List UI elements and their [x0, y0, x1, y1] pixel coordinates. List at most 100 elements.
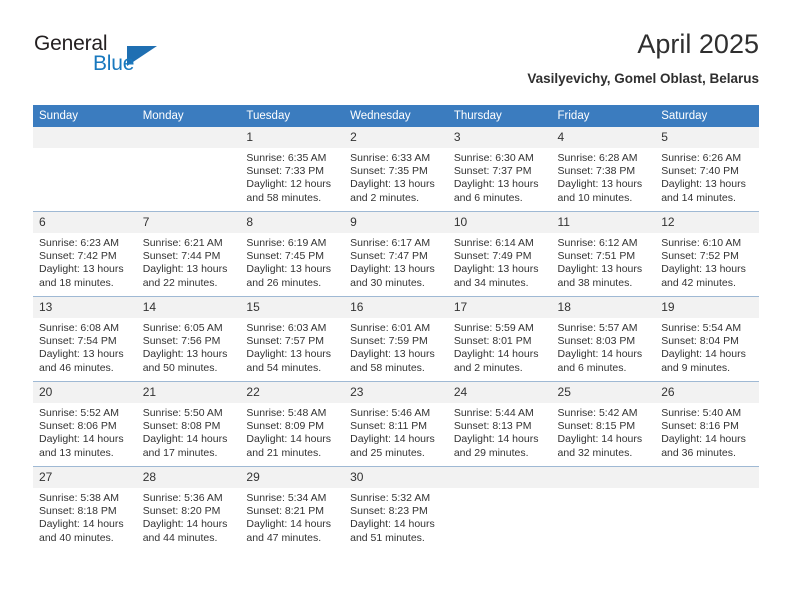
calendar-day-cell[interactable]: 16 Sunrise: 6:01 AM Sunset: 7:59 PM Dayligh… [344, 296, 448, 382]
weekday-header-sunday: Sunday [33, 105, 137, 127]
calendar-day-cell[interactable]: 21 Sunrise: 5:50 AM Sunset: 8:08 PM Dayligh… [136, 381, 241, 467]
sunset-time: Sunset: 7:33 PM [246, 165, 325, 178]
day-cell-inner: 29 Sunrise: 5:34 AM Sunset: 8:21 PM Dayligh… [240, 467, 345, 551]
day-number: 5 [655, 127, 759, 148]
calendar-day-cell[interactable]: 22 Sunrise: 5:48 AM Sunset: 8:09 PM Dayligh… [240, 381, 345, 467]
calendar-day-cell[interactable]: 27 Sunrise: 5:38 AM Sunset: 8:18 PM Dayligh… [33, 466, 137, 551]
daylight-duration-line2: and 6 minutes. [453, 191, 523, 204]
sunrise-time: Sunrise: 6:17 AM [350, 237, 431, 249]
sunset-time: Sunset: 7:57 PM [246, 335, 325, 348]
sunset-time: Sunset: 7:59 PM [350, 335, 428, 348]
daylight-duration-line1: Daylight: 14 hours [661, 433, 746, 446]
sunrise-time: Sunrise: 6:08 AM [39, 322, 119, 334]
day-details: Sunrise: 6:30 AM Sunset: 7:37 PM Daylight:… [448, 148, 552, 205]
daylight-duration-line1: Daylight: 13 hours [39, 348, 124, 361]
logo-text-blue: Blue [93, 52, 135, 75]
calendar-day-cell[interactable]: 4 Sunrise: 6:28 AM Sunset: 7:38 PM Daylight… [551, 127, 656, 212]
calendar-day-cell[interactable]: 14 Sunrise: 6:05 AM Sunset: 7:56 PM Dayligh… [136, 296, 241, 382]
calendar-day-cell[interactable]: 12 Sunrise: 6:10 AM Sunset: 7:52 PM Dayligh… [655, 211, 759, 297]
day-number: 25 [551, 382, 656, 403]
day-details: Sunrise: 6:05 AM Sunset: 7:56 PM Daylight:… [137, 318, 241, 375]
calendar-day-cell[interactable]: 18 Sunrise: 5:57 AM Sunset: 8:03 PM Dayligh… [551, 296, 656, 382]
calendar-day-cell[interactable]: 25 Sunrise: 5:42 AM Sunset: 8:15 PM Dayligh… [551, 381, 656, 467]
day-number: 26 [655, 382, 759, 403]
daylight-duration-line1: Daylight: 13 hours [453, 263, 539, 276]
day-cell-inner: 10 Sunrise: 6:14 AM Sunset: 7:49 PM Dayligh… [447, 212, 552, 296]
calendar-day-cell[interactable]: 20 Sunrise: 5:52 AM Sunset: 8:06 PM Dayligh… [33, 381, 137, 467]
sunset-time: Sunset: 7:47 PM [350, 250, 428, 263]
calendar-day-cell[interactable]: 28 Sunrise: 5:36 AM Sunset: 8:20 PM Dayligh… [136, 466, 241, 551]
daylight-duration-line1: Daylight: 13 hours [142, 263, 228, 276]
day-details: Sunrise: 5:59 AM Sunset: 8:01 PM Daylight:… [448, 318, 552, 375]
daylight-duration-line2: and 9 minutes. [661, 361, 731, 374]
sunrise-time: Sunrise: 6:33 AM [350, 152, 431, 164]
day-details: Sunrise: 5:36 AM Sunset: 8:20 PM Daylight:… [137, 488, 241, 545]
calendar-day-cell[interactable]: 30 Sunrise: 5:32 AM Sunset: 8:23 PM Dayligh… [344, 466, 448, 551]
calendar-day-cell[interactable]: 13 Sunrise: 6:08 AM Sunset: 7:54 PM Dayligh… [33, 296, 137, 382]
calendar-week-row: 6 Sunrise: 6:23 AM Sunset: 7:42 PM Daylight… [33, 211, 759, 297]
calendar-day-cell[interactable]: 3 Sunrise: 6:30 AM Sunset: 7:37 PM Daylight… [447, 127, 552, 212]
calendar-day-cell[interactable]: 23 Sunrise: 5:46 AM Sunset: 8:11 PM Dayligh… [344, 381, 448, 467]
calendar-day-cell[interactable]: 19 Sunrise: 5:54 AM Sunset: 8:04 PM Dayligh… [655, 296, 759, 382]
day-number: 16 [344, 297, 448, 318]
daylight-duration-line1: Daylight: 14 hours [39, 518, 124, 531]
calendar-day-cell[interactable]: 10 Sunrise: 6:14 AM Sunset: 7:49 PM Dayligh… [447, 211, 552, 297]
daylight-duration-line1: Daylight: 14 hours [661, 348, 746, 361]
day-number: 6 [33, 212, 137, 233]
day-details: Sunrise: 6:10 AM Sunset: 7:52 PM Daylight:… [655, 233, 759, 290]
weekday-header-monday: Monday [136, 105, 241, 127]
day-number [33, 127, 137, 148]
calendar-day-cell[interactable]: 15 Sunrise: 6:03 AM Sunset: 7:57 PM Dayligh… [240, 296, 345, 382]
calendar-day-cell[interactable]: 6 Sunrise: 6:23 AM Sunset: 7:42 PM Daylight… [33, 211, 137, 297]
day-cell-inner [551, 467, 656, 551]
weekday-header-tuesday: Tuesday [240, 105, 345, 127]
weekday-headers: Sunday Monday Tuesday Wednesday Thursday Frid… [33, 105, 759, 127]
daylight-duration-line1: Daylight: 14 hours [39, 433, 124, 446]
day-number: 9 [344, 212, 448, 233]
sunrise-time: Sunrise: 6:30 AM [453, 152, 534, 164]
day-number: 14 [136, 297, 241, 318]
calendar-day-cell[interactable]: 24 Sunrise: 5:44 AM Sunset: 8:13 PM Dayligh… [447, 381, 552, 467]
calendar-day-cell[interactable]: 26 Sunrise: 5:40 AM Sunset: 8:16 PM Dayligh… [655, 381, 759, 467]
day-cell-inner: 22 Sunrise: 5:48 AM Sunset: 8:09 PM Dayligh… [240, 382, 345, 466]
day-cell-inner: 14 Sunrise: 6:05 AM Sunset: 7:56 PM Dayligh… [136, 297, 241, 381]
daylight-duration-line2: and 10 minutes. [557, 191, 633, 204]
day-number [655, 467, 759, 488]
calendar-header-row: Sunday Monday Tuesday Wednesday Thursday Frid… [33, 105, 759, 127]
calendar-day-cell[interactable]: 8 Sunrise: 6:19 AM Sunset: 7:45 PM Daylight… [240, 211, 345, 297]
page-header: General Blue April 2025 Vasilyevichy, Go… [33, 28, 759, 90]
sunrise-time: Sunrise: 5:50 AM [142, 407, 223, 419]
calendar-day-cell[interactable]: 1 Sunrise: 6:35 AM Sunset: 7:33 PM Daylight… [240, 127, 345, 212]
day-cell-inner [447, 467, 552, 551]
day-number [136, 127, 241, 148]
daylight-duration-line2: and 17 minutes. [142, 446, 218, 459]
daylight-duration-line2: and 44 minutes. [142, 531, 218, 544]
day-details: Sunrise: 6:01 AM Sunset: 7:59 PM Daylight:… [344, 318, 448, 375]
calendar-day-cell[interactable]: 9 Sunrise: 6:17 AM Sunset: 7:47 PM Daylight… [344, 211, 448, 297]
sunset-time: Sunset: 8:18 PM [39, 505, 117, 518]
day-details: Sunrise: 6:14 AM Sunset: 7:49 PM Daylight:… [448, 233, 552, 290]
calendar-day-cell[interactable]: 11 Sunrise: 6:12 AM Sunset: 7:51 PM Dayligh… [551, 211, 656, 297]
calendar-day-cell[interactable]: 29 Sunrise: 5:34 AM Sunset: 8:21 PM Dayligh… [240, 466, 345, 551]
sunset-time: Sunset: 8:09 PM [246, 420, 325, 433]
day-cell-inner [655, 467, 759, 551]
calendar-day-cell[interactable]: 5 Sunrise: 6:26 AM Sunset: 7:40 PM Daylight… [655, 127, 759, 212]
day-cell-inner: 18 Sunrise: 5:57 AM Sunset: 8:03 PM Dayligh… [551, 297, 656, 381]
general-blue-logo[interactable]: General Blue [33, 32, 213, 88]
day-details: Sunrise: 6:33 AM Sunset: 7:35 PM Daylight:… [344, 148, 448, 205]
sunrise-time: Sunrise: 6:23 AM [39, 237, 119, 249]
daylight-duration-line2: and 13 minutes. [39, 446, 114, 459]
page-subtitle: Vasilyevichy, Gomel Oblast, Belarus [527, 71, 759, 86]
day-details: Sunrise: 5:38 AM Sunset: 8:18 PM Daylight:… [33, 488, 137, 545]
day-cell-inner: 19 Sunrise: 5:54 AM Sunset: 8:04 PM Dayligh… [655, 297, 759, 381]
daylight-duration-line1: Daylight: 13 hours [142, 348, 228, 361]
calendar-day-cell[interactable]: 7 Sunrise: 6:21 AM Sunset: 7:44 PM Daylight… [136, 211, 241, 297]
sunset-time: Sunset: 7:37 PM [453, 165, 532, 178]
sunrise-time: Sunrise: 5:57 AM [557, 322, 638, 334]
daylight-duration-line1: Daylight: 13 hours [557, 263, 643, 276]
day-cell-inner: 27 Sunrise: 5:38 AM Sunset: 8:18 PM Dayligh… [33, 467, 137, 551]
calendar-day-cell[interactable]: 2 Sunrise: 6:33 AM Sunset: 7:35 PM Daylight… [344, 127, 448, 212]
calendar-day-cell[interactable]: 17 Sunrise: 5:59 AM Sunset: 8:01 PM Dayligh… [447, 296, 552, 382]
day-cell-inner: 15 Sunrise: 6:03 AM Sunset: 7:57 PM Dayligh… [240, 297, 345, 381]
day-cell-inner: 2 Sunrise: 6:33 AM Sunset: 7:35 PM Daylight… [344, 127, 448, 211]
